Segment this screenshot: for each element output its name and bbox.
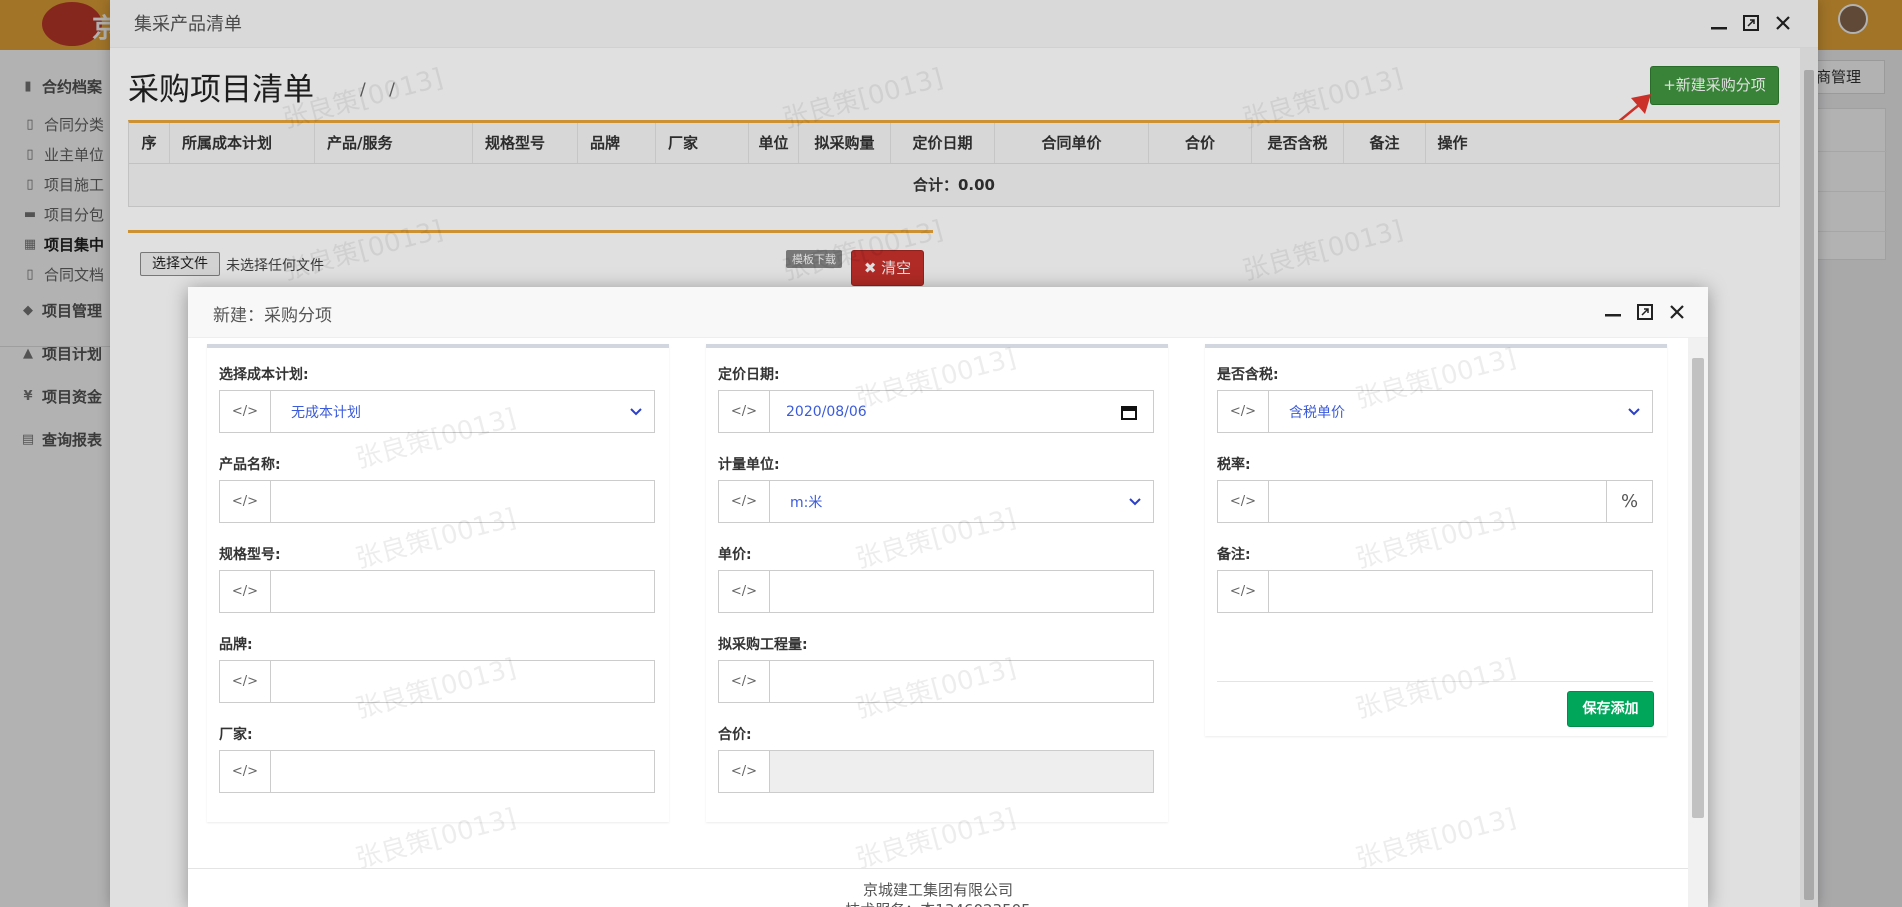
vendor-field[interactable] bbox=[271, 751, 654, 792]
tax-included-select-value[interactable]: 含税单价 bbox=[1269, 391, 1652, 432]
spec-label: 规格型号: bbox=[219, 547, 281, 563]
code-icon: </> bbox=[1218, 481, 1269, 522]
spec-field[interactable] bbox=[271, 571, 654, 612]
divider bbox=[1217, 681, 1653, 682]
brand-label: 品牌: bbox=[219, 637, 253, 653]
brand-field[interactable] bbox=[271, 661, 654, 702]
qty-field[interactable] bbox=[770, 661, 1153, 702]
remark-field[interactable] bbox=[1269, 571, 1652, 612]
code-icon: </> bbox=[719, 571, 770, 612]
qty-input[interactable]: </> bbox=[718, 660, 1154, 703]
code-icon: </> bbox=[719, 751, 770, 792]
dialog-body: 选择成本计划: </> 无成本计划 产品名称: </> 规格型号: </> 品牌… bbox=[188, 338, 1688, 875]
divider bbox=[188, 868, 1688, 869]
remark-label: 备注: bbox=[1217, 547, 1251, 563]
code-icon: </> bbox=[719, 391, 770, 432]
maximize-icon[interactable] bbox=[1636, 303, 1654, 321]
code-icon: </> bbox=[220, 661, 271, 702]
minimize-icon[interactable] bbox=[1604, 303, 1622, 321]
scrollbar-thumb[interactable] bbox=[1692, 358, 1704, 818]
tax-rate-field[interactable] bbox=[1269, 481, 1606, 522]
total-label: 合价: bbox=[718, 727, 752, 743]
tax-rate-input[interactable]: </> % bbox=[1217, 480, 1653, 523]
vendor-input[interactable]: </> bbox=[219, 750, 655, 793]
remark-input[interactable]: </> bbox=[1217, 570, 1653, 613]
code-icon: </> bbox=[719, 661, 770, 702]
code-icon: </> bbox=[719, 481, 770, 522]
window-controls bbox=[1604, 303, 1686, 321]
price-date-label: 定价日期: bbox=[718, 367, 780, 383]
form-column-3: 是否含税: </> 含税单价 税率: </> % 备注: </> 保存添加 bbox=[1205, 344, 1667, 736]
code-icon: </> bbox=[220, 571, 271, 612]
dialog-title: 新建：采购分项 bbox=[213, 306, 332, 326]
price-date-field[interactable]: 2020/08/06 bbox=[770, 391, 1153, 432]
form-column-2: 定价日期: </> 2020/08/06 计量单位: </> m:米 单价: <… bbox=[706, 344, 1168, 822]
code-icon: </> bbox=[220, 391, 271, 432]
total-field-readonly bbox=[770, 751, 1153, 792]
total-input: </> bbox=[718, 750, 1154, 793]
code-icon: </> bbox=[220, 481, 271, 522]
brand-input[interactable]: </> bbox=[219, 660, 655, 703]
product-name-input[interactable]: </> bbox=[219, 480, 655, 523]
product-name-field[interactable] bbox=[271, 481, 654, 522]
unit-price-input[interactable]: </> bbox=[718, 570, 1154, 613]
footer-support: 技术服务：杰1346023505 bbox=[188, 899, 1688, 907]
chevron-down-icon bbox=[1628, 407, 1640, 415]
cost-plan-select[interactable]: </> 无成本计划 bbox=[219, 390, 655, 433]
unit-select[interactable]: </> m:米 bbox=[718, 480, 1154, 523]
calendar-icon bbox=[1121, 405, 1137, 420]
cost-plan-label: 选择成本计划: bbox=[219, 367, 309, 383]
price-date-input[interactable]: </> 2020/08/06 bbox=[718, 390, 1154, 433]
footer-company: 京城建工集团有限公司 bbox=[862, 881, 1013, 899]
code-icon: </> bbox=[220, 751, 271, 792]
code-icon: </> bbox=[1218, 391, 1269, 432]
chevron-down-icon bbox=[630, 407, 642, 415]
save-add-button[interactable]: 保存添加 bbox=[1567, 691, 1654, 727]
tax-included-label: 是否含税: bbox=[1217, 367, 1279, 383]
unit-price-label: 单价: bbox=[718, 547, 752, 563]
percent-suffix: % bbox=[1606, 481, 1652, 522]
tax-rate-label: 税率: bbox=[1217, 457, 1251, 473]
unit-select-value[interactable]: m:米 bbox=[770, 481, 1153, 522]
chevron-down-icon bbox=[1129, 497, 1141, 505]
close-icon[interactable] bbox=[1668, 303, 1686, 321]
spec-input[interactable]: </> bbox=[219, 570, 655, 613]
unit-label: 计量单位: bbox=[718, 457, 780, 473]
watermark: 张良策[0013] bbox=[1352, 803, 1520, 875]
cost-plan-select-value[interactable]: 无成本计划 bbox=[271, 391, 654, 432]
tax-included-select[interactable]: </> 含税单价 bbox=[1217, 390, 1653, 433]
product-name-label: 产品名称: bbox=[219, 457, 281, 473]
inner-scrollbar[interactable] bbox=[1688, 338, 1708, 907]
unit-price-field[interactable] bbox=[770, 571, 1153, 612]
vendor-label: 厂家: bbox=[219, 727, 253, 743]
code-icon: </> bbox=[1218, 571, 1269, 612]
qty-label: 拟采购工程量: bbox=[718, 637, 808, 653]
dialog-titlebar: 新建：采购分项 bbox=[188, 287, 1708, 338]
new-procurement-item-dialog: 新建：采购分项 选择成本计划: </> 无成本计划 产品名称: </> 规格型号… bbox=[188, 287, 1708, 907]
form-column-1: 选择成本计划: </> 无成本计划 产品名称: </> 规格型号: </> 品牌… bbox=[207, 344, 669, 822]
